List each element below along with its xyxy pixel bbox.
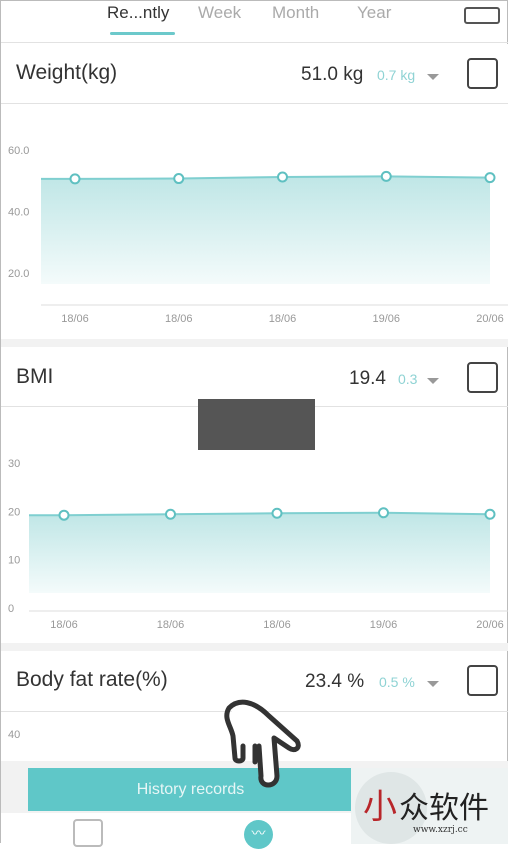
x-tick-label: 20/06 [476,313,504,325]
tab-week[interactable]: Week [198,3,241,23]
weight-value: 51.0 kg [301,64,364,85]
y-tick-label: 0 [8,603,14,615]
x-tick-label: 18/06 [269,313,297,325]
data-point [277,171,288,183]
svg-text:www.xzrj.cc: www.xzrj.cc [413,825,468,835]
history-records-button[interactable]: History records [28,768,353,811]
y-tick-label: 10 [8,555,20,567]
weight-chart: 60.0 40.0 20.0 18/06 18/06 18/06 19/06 20/06 [8,145,508,325]
trend-icon[interactable]: 〰 [244,820,273,849]
caret-down-icon [427,378,439,384]
expand-icon[interactable] [467,362,498,393]
bodyfat-title: Body fat rate(%) [16,668,168,691]
data-point [378,507,389,519]
tab-month[interactable]: Month [272,3,319,23]
tab-year[interactable]: Year [357,3,391,23]
y-tick-label: 20 [8,506,20,518]
separator [1,643,508,651]
x-tick-label: 18/06 [61,313,89,325]
y-tick-label: 30 [8,458,20,470]
tab-recently[interactable]: Re...ntly [107,3,169,23]
weight-delta: 0.7 kg [377,67,416,83]
y-tick: 40 [8,729,21,741]
overlay-popup [198,399,315,450]
bodyfat-delta: 0.5 % [379,674,415,690]
x-tick-label: 19/06 [370,619,398,631]
watermark-image: 小 众软件 www.xzrj.cc [355,772,489,844]
area-fill [29,512,490,593]
data-point [484,172,496,184]
weight-title: Weight(kg) [16,61,118,84]
period-tabs: Re...ntly Week Month Year [1,1,508,43]
x-tick-label: 18/06 [50,619,78,631]
data-point [69,173,81,185]
active-tab-indicator [110,32,175,35]
data-point [484,508,496,520]
data-point [165,508,176,520]
bmi-value: 19.4 [349,368,386,389]
data-point [380,170,392,182]
caret-down-icon [427,681,439,687]
svg-text:小: 小 [363,787,397,827]
data-point [173,173,185,185]
caret-down-icon [427,74,439,80]
x-tick-label: 18/06 [263,619,291,631]
bmi-title: BMI [16,365,54,388]
x-tick-label: 20/06 [476,619,504,631]
svg-text:众软件: 众软件 [399,791,489,826]
data-point [271,507,283,519]
area-fill [41,176,490,284]
expand-icon[interactable] [467,665,498,696]
separator [1,339,508,347]
hand-pointer-icon [224,699,301,788]
x-tick-label: 18/06 [157,619,185,631]
y-tick-label: 40.0 [8,206,29,218]
y-tick-label: 20.0 [8,268,29,280]
ruler-icon[interactable] [464,7,500,24]
y-tick-label: 60.0 [8,145,29,157]
x-tick-label: 19/06 [372,313,400,325]
bmi-delta: 0.3 [398,371,418,387]
data-point [58,509,70,521]
x-tick-label: 18/06 [165,313,193,325]
expand-icon[interactable] [467,58,498,89]
bodyfat-value: 23.4 % [305,671,365,692]
watermark-logo: 小 众软件 www.xzrj.cc [351,768,508,844]
